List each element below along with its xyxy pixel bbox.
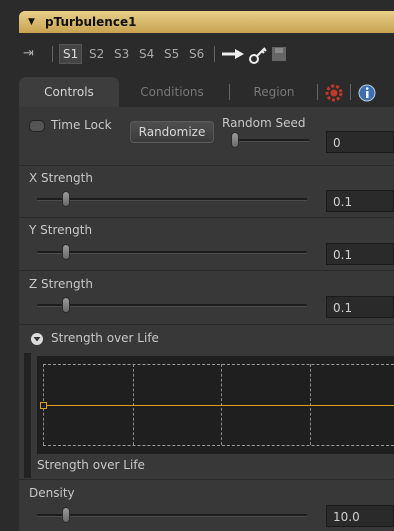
separator bbox=[317, 84, 318, 100]
z-strength-slider-knob[interactable] bbox=[62, 297, 70, 313]
slot-s1[interactable]: S1 bbox=[59, 44, 83, 64]
settings-gear-icon[interactable] bbox=[324, 83, 344, 103]
density-slider-track[interactable] bbox=[37, 514, 307, 517]
tab-bar: Controls Conditions Region bbox=[19, 77, 394, 107]
graph-bottom-line bbox=[43, 445, 394, 446]
strength-curve-line[interactable] bbox=[43, 405, 394, 406]
z-strength-slider-track[interactable] bbox=[37, 304, 307, 307]
curve-keyframe-point[interactable] bbox=[40, 402, 47, 409]
separator bbox=[229, 84, 230, 100]
time-lock-checkbox[interactable] bbox=[29, 120, 45, 132]
controls-panel: Time Lock Randomize Random Seed 0 X Stre… bbox=[19, 107, 394, 531]
separator bbox=[214, 46, 215, 62]
pin-icon[interactable]: ⇥ bbox=[23, 44, 34, 64]
tab-conditions[interactable]: Conditions bbox=[127, 77, 217, 107]
section-gutter bbox=[24, 353, 31, 478]
y-strength-slider-knob[interactable] bbox=[62, 244, 70, 260]
separator bbox=[52, 46, 53, 62]
expand-section-icon[interactable] bbox=[30, 332, 44, 346]
slot-s4[interactable]: S4 bbox=[139, 44, 154, 64]
key-icon[interactable] bbox=[248, 45, 268, 65]
tab-controls[interactable]: Controls bbox=[19, 77, 119, 107]
tool-header[interactable]: ▼ pTurbulence1 bbox=[19, 11, 394, 33]
y-strength-label: Y Strength bbox=[29, 223, 93, 237]
collapse-arrow-icon[interactable]: ▼ bbox=[28, 11, 35, 33]
x-strength-slider-knob[interactable] bbox=[62, 191, 70, 207]
divider bbox=[19, 217, 394, 218]
random-seed-slider-knob[interactable] bbox=[231, 132, 239, 148]
divider bbox=[19, 324, 394, 325]
density-label: Density bbox=[29, 486, 75, 500]
randomize-button[interactable]: Randomize bbox=[130, 121, 214, 143]
y-strength-input[interactable]: 0.1 bbox=[326, 243, 394, 265]
slot-s6[interactable]: S6 bbox=[189, 44, 204, 64]
divider bbox=[19, 165, 394, 166]
slot-s2[interactable]: S2 bbox=[89, 44, 104, 64]
toolbar: ⇥ S1 S2 S3 S4 S5 S6 bbox=[19, 44, 394, 66]
z-strength-label: Z Strength bbox=[29, 277, 93, 291]
save-icon[interactable] bbox=[272, 47, 286, 61]
strength-over-life-graph-label: Strength over Life bbox=[37, 458, 145, 472]
arrow-icon[interactable] bbox=[220, 47, 246, 61]
slot-s5[interactable]: S5 bbox=[164, 44, 179, 64]
random-seed-input[interactable]: 0 bbox=[326, 131, 394, 153]
random-seed-slider-track[interactable] bbox=[231, 139, 309, 142]
strength-over-life-section-label[interactable]: Strength over Life bbox=[51, 331, 159, 345]
tab-region[interactable]: Region bbox=[239, 77, 309, 107]
info-icon[interactable] bbox=[357, 83, 377, 103]
graph-top-line bbox=[43, 364, 394, 365]
density-slider-knob[interactable] bbox=[62, 507, 70, 523]
separator bbox=[350, 84, 351, 100]
divider bbox=[19, 270, 394, 271]
z-strength-input[interactable]: 0.1 bbox=[326, 296, 394, 318]
x-strength-input[interactable]: 0.1 bbox=[326, 190, 394, 212]
tool-title: pTurbulence1 bbox=[45, 15, 137, 29]
random-seed-label: Random Seed bbox=[222, 116, 306, 130]
y-strength-slider-track[interactable] bbox=[37, 251, 307, 254]
divider bbox=[19, 479, 394, 480]
x-strength-slider-track[interactable] bbox=[37, 198, 307, 201]
x-strength-label: X Strength bbox=[29, 171, 93, 185]
time-lock-label: Time Lock bbox=[51, 118, 112, 132]
strength-over-life-curve-graph[interactable] bbox=[37, 356, 394, 454]
density-input[interactable]: 10.0 bbox=[326, 505, 394, 527]
slot-s3[interactable]: S3 bbox=[114, 44, 129, 64]
